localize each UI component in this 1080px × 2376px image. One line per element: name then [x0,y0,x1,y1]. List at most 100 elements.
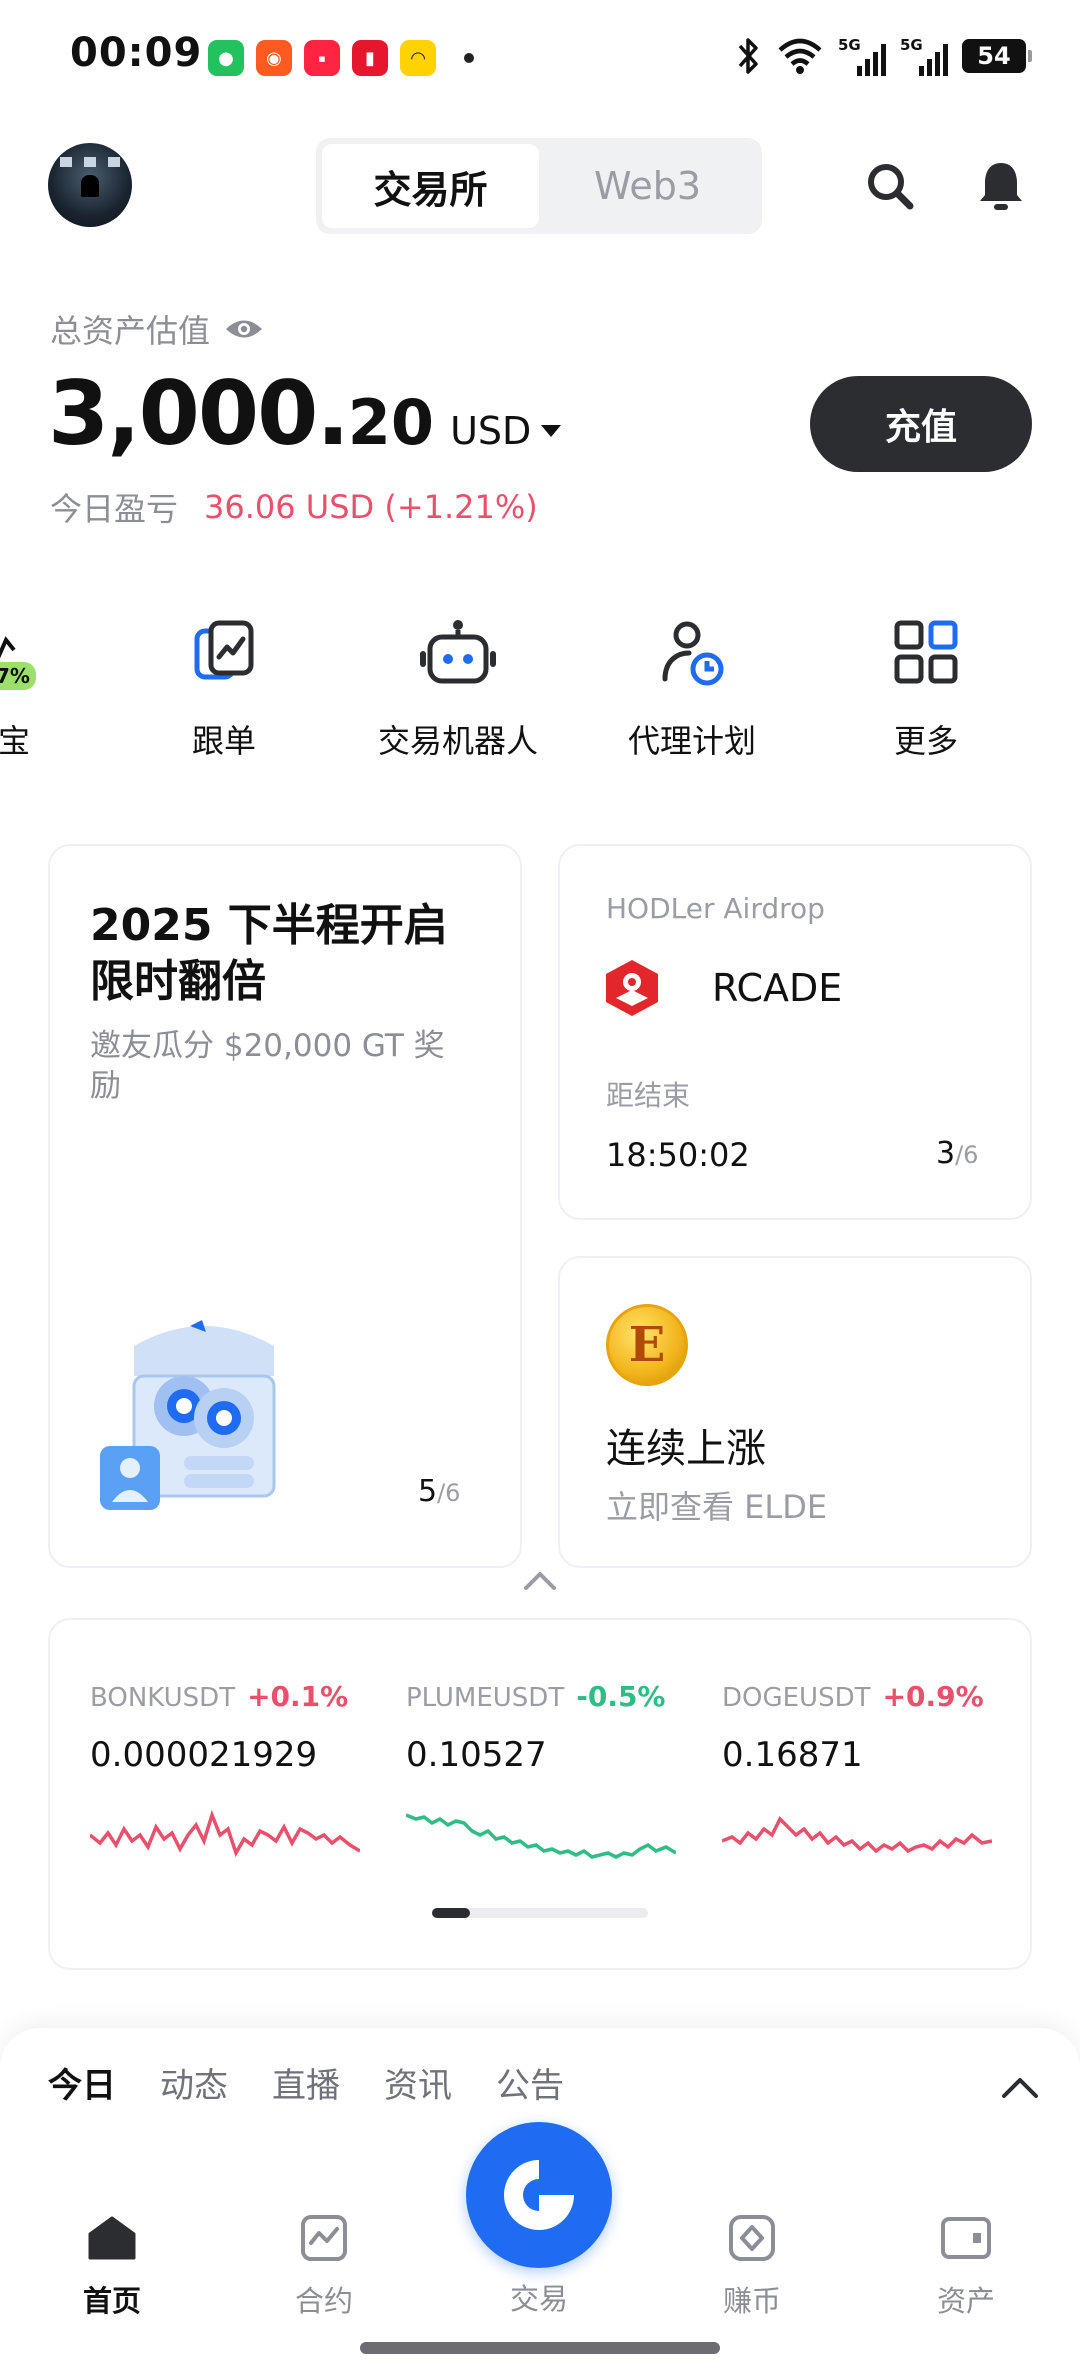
total-assets-label: 总资产估值 [50,306,264,352]
airdrop-pager: 3/6 [936,1136,979,1171]
market-tickers-card: BONKUSDT +0.1% 0.000021929 PLUMEUSDT -0.5%… [48,1618,1032,1970]
ticker-sparkline [88,1809,361,1858]
pnl-value: 36.06 USD (+1.21%) [204,488,538,526]
elde-coin-icon: E [606,1304,688,1386]
airdrop-token-name: RCADE [712,966,843,1010]
nav-trade-label: 交易 [509,2282,568,2316]
rcade-token-icon [606,960,658,1016]
rising-subtitle: 立即查看 ELDE [606,1488,828,1526]
ticker-item[interactable]: PLUMEUSDT -0.5% 0.10527 [405,1680,677,1879]
asset-value-integer: 3,000. [48,362,350,465]
daily-pnl: 今日盈亏 36.06 USD (+1.21%) [50,484,538,530]
taobao-icon: ◉ [256,40,292,76]
avatar-detail [84,157,96,167]
partial-action-label: 币宝 [0,722,30,760]
tab-exchange[interactable]: 交易所 [322,144,539,228]
ticker-change: -0.5% [576,1680,666,1713]
ticker-item[interactable]: DOGEUSDT +0.9% 0.16871 [721,1680,993,1879]
trade-button[interactable] [466,2122,612,2268]
signal-icon-2: 5G [900,36,948,76]
trading-bot-label: 交易机器人 [377,722,538,760]
ticker-symbol: BONKUSDT [90,1683,236,1713]
battery-icon: 54 [962,39,1032,73]
tab-updates[interactable]: 动态 [160,2058,228,2107]
quick-action-agent[interactable]: 代理计划 [592,612,792,762]
rising-coin-card[interactable]: E 连续上涨 立即查看 ELDE [558,1256,1032,1568]
caret-down-icon [541,425,562,437]
pnl-label: 今日盈亏 [50,490,179,528]
nav-futures[interactable]: 合约 [254,2210,394,2320]
avatar-detail [108,157,120,167]
robot-icon [418,612,498,692]
ticker-sparkline [405,1813,677,1859]
quick-action-copy-trade[interactable]: 跟单 [124,612,324,762]
promo-card[interactable]: 2025 下半程开启限时翻倍 邀友瓜分 $20,000 GT 奖励 5/6 [48,844,522,1568]
tab-today[interactable]: 今日 [48,2058,116,2107]
eye-icon[interactable] [224,316,264,342]
avatar-figure [81,175,99,197]
quick-action-more[interactable]: 更多 [826,612,1026,762]
bell-icon[interactable] [973,158,1029,214]
home-icon [84,2210,140,2266]
trade-icon [504,2160,574,2230]
more-notifications-dot [464,53,474,63]
nav-futures-label: 合约 [294,2284,353,2318]
tab-live[interactable]: 直播 [272,2058,340,2107]
total-assets-value: 3,000. 20 USD [48,362,562,465]
promo-subtitle: 邀友瓜分 $20,000 GT 奖励 [90,1028,445,1104]
promo-pager: 5/6 [418,1474,461,1509]
airdrop-card[interactable]: HODLer Airdrop RCADE 距结束 18:50:02 3/6 [558,844,1032,1220]
nav-home-label: 首页 [82,2284,141,2318]
earn-icon [724,2210,780,2266]
status-bar: 00:09 ● ◉ ▪ ▮ ◠ 5G 5G 54 [0,0,1080,120]
ticker-change: +0.9% [882,1680,984,1713]
wallet-icon [938,2210,994,2266]
airdrop-countdown: 18:50:02 [606,1136,750,1174]
currency-label: USD [450,409,532,453]
notification-icons: ● ◉ ▪ ▮ ◠ [208,40,474,76]
deposit-button[interactable]: 充值 [810,376,1032,472]
avatar-detail [60,157,72,167]
airdrop-ends-label: 距结束 [606,1079,691,1112]
promo-title: 2025 下半程开启限时翻倍 [90,900,448,1007]
nav-earn[interactable]: 赚币 [682,2210,822,2320]
ticker-item[interactable]: BONKUSDT +0.1% 0.000021929 [88,1680,361,1879]
ticker-symbol: PLUMEUSDT [406,1683,565,1713]
wifi-icon [778,38,822,74]
expand-chevron-up-icon[interactable] [1000,2074,1040,2100]
tab-announcements[interactable]: 公告 [496,2058,564,2107]
currency-selector[interactable]: USD [450,409,562,453]
more-grid-icon [886,612,966,692]
exchange-web3-switch: 交易所 Web3 [316,138,762,234]
tab-news[interactable]: 资讯 [384,2058,452,2107]
agent-label: 代理计划 [627,722,756,760]
home-indicator [360,2342,720,2354]
avatar[interactable] [48,143,132,227]
nav-assets[interactable]: 资产 [896,2210,1036,2320]
ticker-sparkline [721,1816,993,1854]
ticker-price: 0.10527 [406,1735,547,1775]
rising-title: 连续上涨 [606,1426,766,1472]
ticker-price: 0.16871 [722,1735,863,1775]
agent-icon [652,612,732,692]
search-icon[interactable] [862,158,918,214]
futures-icon [296,2210,352,2266]
copy-trade-icon [184,612,264,692]
asset-value-decimal: 20 [347,386,435,459]
apy-badge: 7% [0,662,36,690]
ticker-scroll-indicator [432,1908,648,1918]
bluetooth-icon [738,38,758,74]
ticker-symbol: DOGEUSDT [722,1683,871,1713]
ticker-scroll-thumb [432,1908,470,1918]
quick-action-trading-bot[interactable]: 交易机器人 [358,612,558,762]
feed-tabs: 今日 动态 直播 资讯 公告 [48,2058,564,2107]
treasure-box-illustration [100,1320,276,1510]
nav-assets-label: 资产 [936,2284,995,2318]
ticker-price: 0.000021929 [90,1735,318,1775]
xiaohongshu-icon: ▪ [304,40,340,76]
chevron-up-icon[interactable] [522,1568,558,1592]
tab-web3[interactable]: Web3 [539,144,756,228]
nav-earn-label: 赚币 [722,2284,781,2318]
nav-home[interactable]: 首页 [42,2210,182,2320]
wechat-icon: ● [208,40,244,76]
